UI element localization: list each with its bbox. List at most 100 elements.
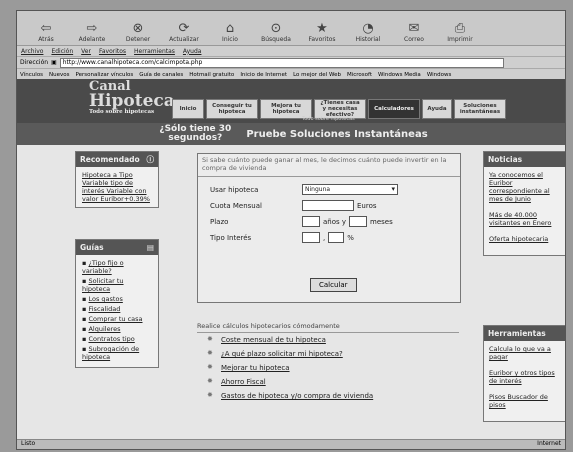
toolbar-button[interactable]: ★ Favoritos xyxy=(299,22,345,45)
toolbar-button-label: Imprimir xyxy=(447,36,473,43)
link-item[interactable]: Nuevos xyxy=(49,72,69,78)
info-icon: ⓘ xyxy=(146,155,155,164)
guide-link[interactable]: Comprar tu casa xyxy=(88,315,142,323)
guide-link[interactable]: Subrogación de hipoteca xyxy=(82,345,139,361)
toolbar-button[interactable]: ⊙ Búsqueda xyxy=(253,22,299,45)
guides-box: Guías ▤ ▪ ¿Tipo fijo o variable? ▪ Solicit… xyxy=(75,239,159,368)
sidebar-link[interactable]: Euribor y otros tipos de interés xyxy=(489,369,561,385)
plazo-months-text: meses xyxy=(370,217,393,226)
forward-arrow-icon: ⇨ xyxy=(86,21,98,36)
web-page: Canal Hipoteca Todo sobre hipotecas Inic… xyxy=(17,79,565,439)
toolbar-button[interactable]: ⌂ Inicio xyxy=(207,22,253,45)
promo-question: ¿Sólo tiene 30 segundos? xyxy=(159,124,232,143)
toolbar-button[interactable]: ⎙ Imprimir xyxy=(437,22,483,45)
status-bar: Listo Internet xyxy=(17,439,565,449)
photo-frame: ⇦ Atrás ⇨ Adelante ⊗ Detener ⟳ Actualizar ⌂ Inici… xyxy=(0,0,573,452)
toolbar-button[interactable]: ⟳ Actualizar xyxy=(161,22,207,45)
site-logo[interactable]: Canal Hipoteca Todo sobre hipotecas xyxy=(89,80,175,115)
link-item[interactable]: Hotmail gratuito xyxy=(189,72,234,78)
guide-link[interactable]: Fiscalidad xyxy=(88,305,120,313)
sidebar-link[interactable]: Calcula lo que va a pagar xyxy=(489,345,561,361)
nav-subtitle: Todo sobre hipotecas xyxy=(302,116,355,122)
toolbar-button[interactable]: ⊗ Detener xyxy=(115,22,161,45)
sidebar-link[interactable]: Pisos Buscador de pisos xyxy=(489,393,561,409)
plazo-label: Plazo xyxy=(210,217,229,226)
cuota-input[interactable] xyxy=(302,200,354,211)
promo-cta[interactable]: Pruebe Soluciones Instantáneas xyxy=(246,129,427,140)
guides-title: Guías xyxy=(80,243,104,252)
plazo-years-text: años y xyxy=(323,217,347,226)
browser-window: ⇦ Atrás ⇨ Adelante ⊗ Detener ⟳ Actualizar ⌂ Inici… xyxy=(16,10,566,450)
address-input[interactable]: http://www.canalhipoteca.com/calcimpota.… xyxy=(59,57,504,68)
nav-tab[interactable]: Conseguir tu hipoteca xyxy=(206,99,258,119)
page-icon: ▣ xyxy=(51,59,57,66)
sidebar-link[interactable]: Oferta hipotecaria xyxy=(489,235,561,243)
recommended-link[interactable]: Hipoteca a Tipo Variable tipo de interés… xyxy=(82,171,150,203)
calculator-form: Si sabe cuánto puede ganar al mes, le de… xyxy=(197,153,461,303)
plazo-months-input[interactable] xyxy=(349,216,368,227)
interes-int-input[interactable] xyxy=(302,232,320,243)
guide-link[interactable]: Los gastos xyxy=(88,295,122,303)
guide-link[interactable]: Alquileres xyxy=(88,325,120,333)
logo-line2: Hipoteca xyxy=(89,91,175,111)
toolbar-button-label: Detener xyxy=(125,36,151,43)
plazo-years-input[interactable] xyxy=(302,216,320,227)
toolbar-button-label: Historial xyxy=(355,36,381,43)
form-intro: Si sabe cuánto puede ganar al mes, le de… xyxy=(198,154,460,177)
address-label: Dirección xyxy=(20,59,49,66)
link-item[interactable]: Windows Media xyxy=(378,72,421,78)
guide-item: ▪ Contratos tipo xyxy=(82,335,152,343)
link-item[interactable]: Personalizar vínculos xyxy=(76,72,134,78)
row-usar: Usar hipoteca Ninguna xyxy=(210,184,398,195)
toolbar-button[interactable]: ◔ Historial xyxy=(345,22,391,45)
row-interes: Tipo Interés , % xyxy=(210,232,354,243)
guide-link[interactable]: ¿Tipo fijo o variable? xyxy=(82,259,124,275)
link-item[interactable]: Microsoft xyxy=(347,72,372,78)
guide-link[interactable]: Contratos tipo xyxy=(88,335,134,343)
recommended-box: Recomendado ⓘ Hipoteca a Tipo Variable ti… xyxy=(75,151,159,208)
interes-dec-input[interactable] xyxy=(328,232,345,243)
favorites-icon: ★ xyxy=(316,21,328,36)
recommended-header: Recomendado ⓘ xyxy=(76,152,158,167)
stop-icon: ⊗ xyxy=(132,21,144,36)
cuota-unit: Euros xyxy=(357,201,377,210)
calcular-button[interactable]: Calcular xyxy=(310,278,357,292)
sidebar-link[interactable]: Más de 40.000 visitantes en Enero xyxy=(489,211,561,227)
menu-item[interactable]: Ayuda xyxy=(183,48,202,55)
nav-tab[interactable]: Calculadores xyxy=(368,99,420,119)
calc-list-item[interactable]: ¿A qué plazo solicitar mi hipoteca? xyxy=(197,347,459,361)
promo-banner[interactable]: ¿Sólo tiene 30 segundos? Pruebe Solucion… xyxy=(17,123,565,145)
menu-item[interactable]: Ver xyxy=(81,48,91,55)
menu-item[interactable]: Edición xyxy=(51,48,73,55)
link-item[interactable]: Lo mejor del Web xyxy=(293,72,341,78)
cuota-label: Cuota Mensual xyxy=(210,201,262,210)
interes-label: Tipo Interés xyxy=(210,233,252,242)
sidebar-link[interactable]: Ya conocemos el Euribor correspondiente … xyxy=(489,171,561,203)
guides-header: Guías ▤ xyxy=(76,240,158,255)
nav-tab[interactable]: Inicio xyxy=(172,99,204,119)
link-item[interactable]: Guía de canales xyxy=(139,72,183,78)
toolbar-button-label: Inicio xyxy=(222,36,238,43)
toolbar-button[interactable]: ⇦ Atrás xyxy=(23,22,69,45)
link-item[interactable]: Inicio de Internet xyxy=(240,72,287,78)
toolbar-button[interactable]: ⇨ Adelante xyxy=(69,22,115,45)
nav-tab[interactable]: Ayuda xyxy=(422,99,452,119)
menu-item[interactable]: Herramientas xyxy=(134,48,175,55)
hipoteca-select[interactable]: Ninguna xyxy=(302,184,398,195)
toolbar-button-label: Adelante xyxy=(78,36,106,43)
calc-list-item[interactable]: Ahorro Fiscal xyxy=(197,375,459,389)
link-item[interactable]: Windows xyxy=(427,72,452,78)
calc-list-item[interactable]: Coste mensual de tu hipoteca xyxy=(197,333,459,347)
calc-list-item[interactable]: Mejorar tu hipoteca xyxy=(197,361,459,375)
history-icon: ◔ xyxy=(362,21,374,36)
toolbar-button-label: Atrás xyxy=(38,36,54,43)
tools-header: Herramientas xyxy=(484,326,565,341)
row-plazo: Plazo años y meses xyxy=(210,216,393,227)
back-arrow-icon: ⇦ xyxy=(40,21,52,36)
menu-item[interactable]: Favoritos xyxy=(99,48,126,55)
guide-link[interactable]: Solicitar tu hipoteca xyxy=(82,277,124,293)
calc-list-item[interactable]: Gastos de hipoteca y/o compra de viviend… xyxy=(197,389,459,403)
menu-item[interactable]: Archivo xyxy=(21,48,43,55)
toolbar-button[interactable]: ✉ Correo xyxy=(391,22,437,45)
nav-tab[interactable]: Soluciones instantáneas xyxy=(454,99,506,119)
